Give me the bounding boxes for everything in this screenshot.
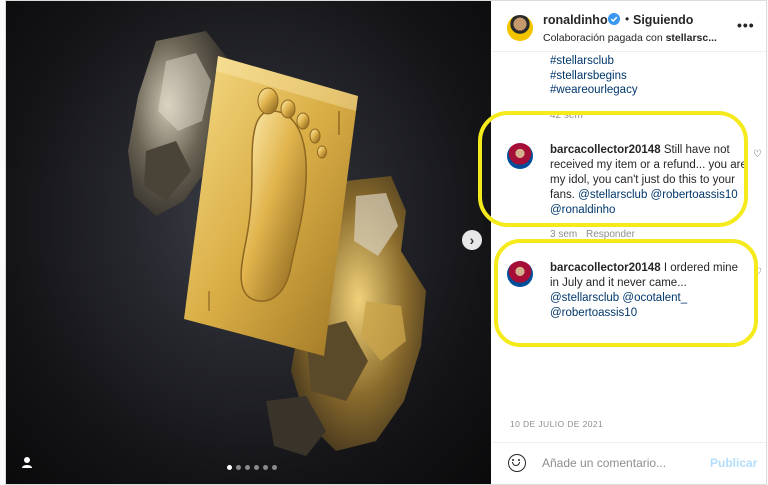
post-side-panel: ronaldinho • Siguiendo ••• Colaboración … [478, 1, 766, 484]
instagram-post: › ronaldinho • Siguiendo ••• Colaboració [5, 0, 767, 485]
hashtag-link[interactable]: #weareourlegacy [550, 83, 638, 98]
carousel-dot [272, 465, 277, 470]
user-tag-icon[interactable] [20, 455, 34, 469]
carousel-dot [254, 465, 259, 470]
post-header: ronaldinho • Siguiendo ••• Colaboración … [492, 1, 766, 52]
carousel-dot [245, 465, 250, 470]
collab-brand-link[interactable]: stellarsc... [666, 32, 717, 44]
paid-partnership-label: Colaboración pagada con stellarsc... [543, 32, 725, 44]
carousel-dot [236, 465, 241, 470]
carousel-dot [227, 465, 232, 470]
following-button[interactable]: Siguiendo [633, 13, 693, 27]
post-date: 10 DE JULIO DE 2021 [510, 419, 604, 429]
publish-button[interactable]: Publicar [710, 456, 757, 470]
more-options-icon[interactable]: ••• [737, 17, 755, 33]
hashtag-link[interactable]: #stellarsbegins [550, 69, 638, 84]
comment-bar: Añade un comentario... Publicar [492, 442, 766, 484]
collab-prefix: Colaboración pagada con [543, 32, 666, 44]
highlight-annotation [494, 239, 758, 347]
next-slide-button[interactable]: › [462, 230, 482, 250]
comment-input[interactable]: Añade un comentario... [542, 456, 666, 470]
hashtag-link[interactable]: #stellarsclub [550, 54, 638, 69]
caption-hashtags: #stellarsclub #stellarsbegins #weareourl… [550, 54, 638, 98]
heart-icon[interactable]: ♡ [753, 149, 762, 160]
separator-dot: • [625, 12, 630, 26]
emoji-icon[interactable] [508, 454, 526, 472]
carousel-dot [263, 465, 268, 470]
highlight-annotation [478, 111, 748, 227]
username-link[interactable]: ronaldinho [543, 13, 608, 27]
product-image [128, 31, 426, 456]
avatar[interactable] [507, 15, 533, 41]
post-media[interactable]: › [6, 1, 491, 484]
verified-icon [608, 13, 620, 25]
carousel-dots [227, 465, 277, 470]
